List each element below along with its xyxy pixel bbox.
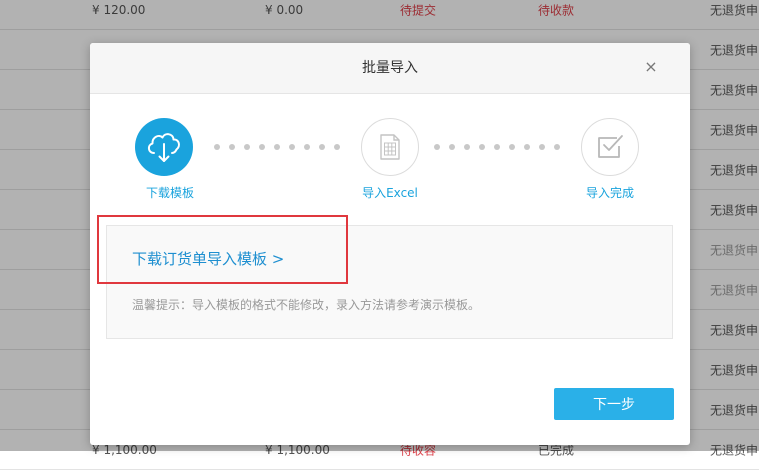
import-tip: 温馨提示：导入模板的格式不能修改，录入方法请参考演示模板。 [132,298,481,312]
dialog-title: 批量导入 [362,60,418,76]
step-label-download: 下载模板 [145,186,195,200]
spreadsheet-file-icon [380,134,400,160]
step-connector [434,144,564,150]
step-label-import: 导入Excel [362,186,418,200]
checkbox-icon [598,135,623,158]
dialog-header: 批量导入 × [90,43,690,94]
close-icon[interactable]: × [642,58,660,76]
cloud-download-icon [147,133,180,162]
step-connector [214,144,344,150]
step-import-excel [361,118,419,176]
highlight-annotation [97,215,348,284]
next-step-button[interactable]: 下一步 [554,388,674,420]
step-import-complete [581,118,639,176]
step-download-template [135,118,193,176]
step-label-complete: 导入完成 [585,186,635,200]
